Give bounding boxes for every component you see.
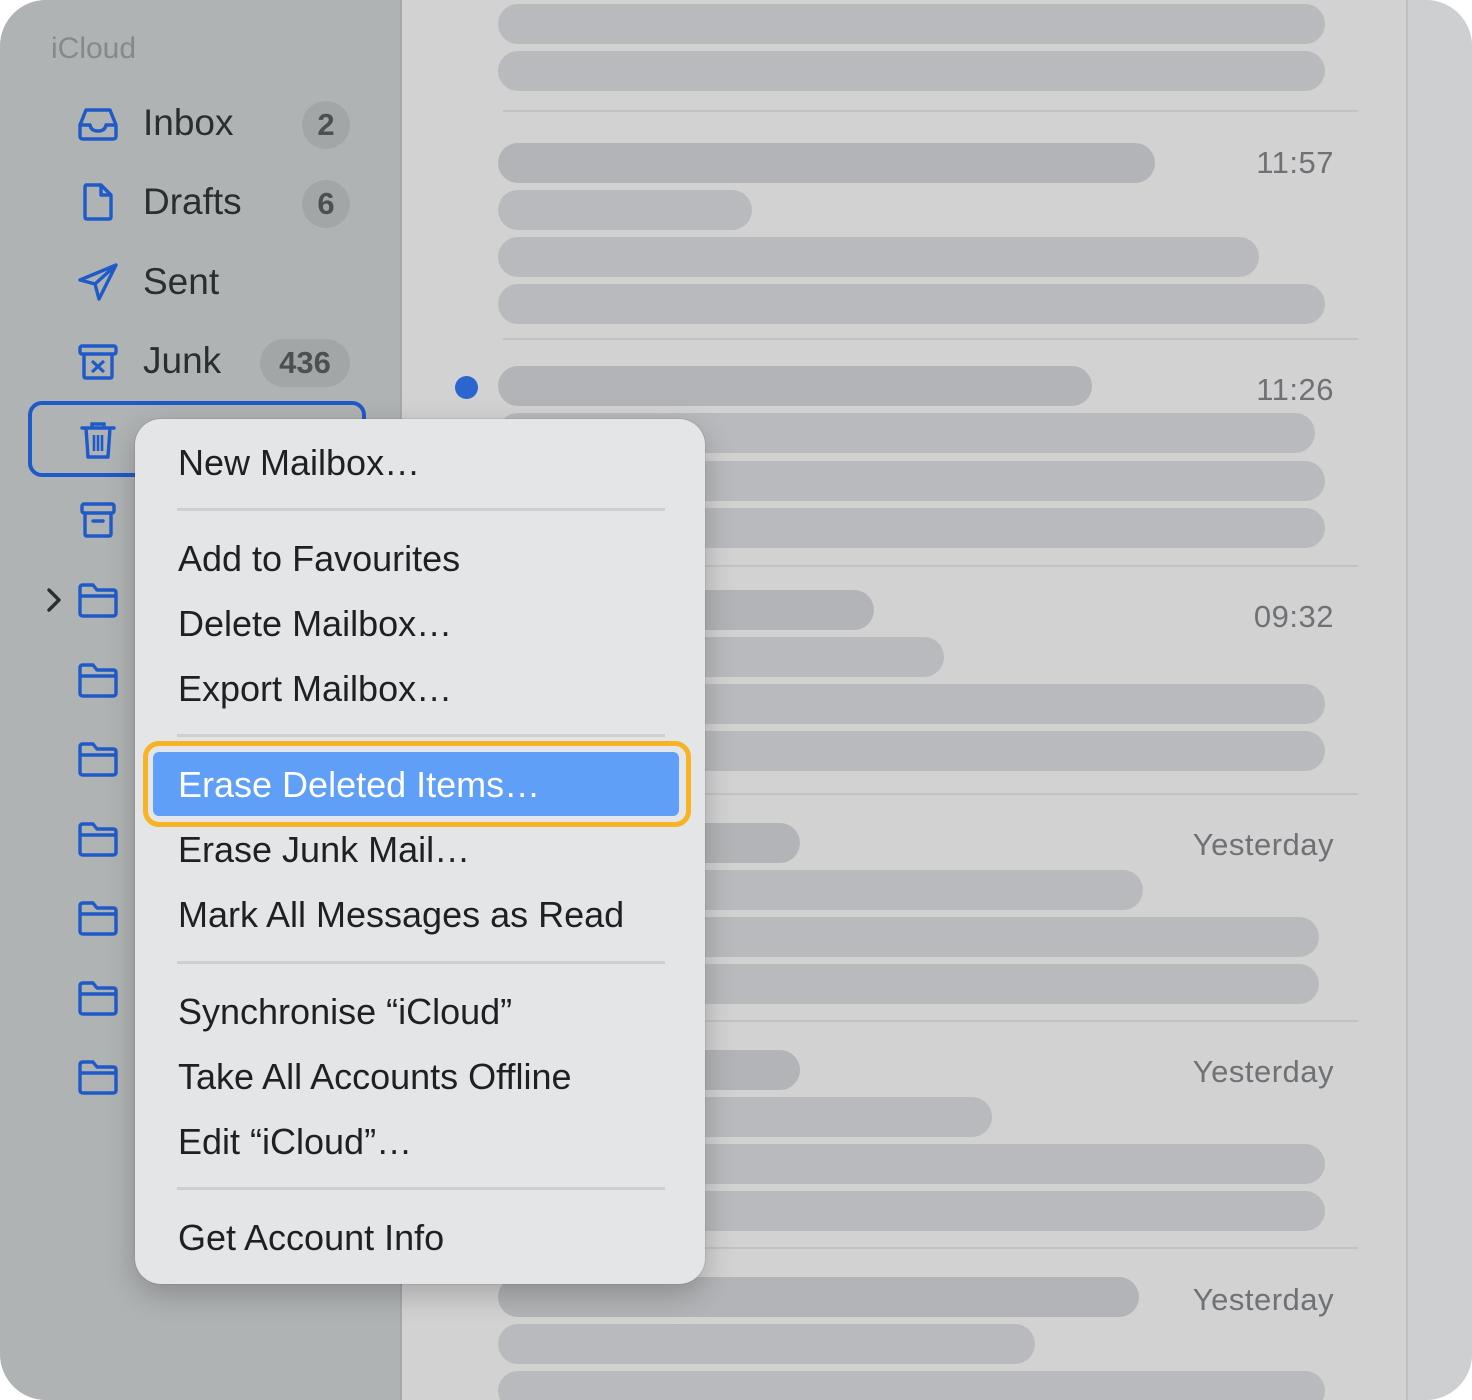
folder-icon <box>76 819 120 859</box>
menu-item-erase-deleted-items[interactable]: Erase Deleted Items… <box>178 763 540 807</box>
menu-item-synchronise[interactable]: Synchronise “iCloud” <box>178 990 512 1034</box>
sidebar-item-drafts[interactable]: Drafts 6 <box>0 167 400 237</box>
document-icon <box>76 182 120 222</box>
menu-separator <box>177 961 665 964</box>
menu-item-edit-account[interactable]: Edit “iCloud”… <box>178 1120 412 1164</box>
folder-icon <box>76 978 120 1018</box>
unread-dot-icon <box>455 376 478 399</box>
preview-placeholder <box>498 1371 1325 1400</box>
message-separator <box>503 110 1358 112</box>
count-badge: 6 <box>302 180 350 228</box>
mailbox-context-menu: New Mailbox… Add to Favourites Delete Ma… <box>135 419 705 1284</box>
menu-separator <box>177 734 665 737</box>
trash-icon <box>76 420 120 460</box>
sidebar-item-inbox[interactable]: Inbox 2 <box>0 88 400 158</box>
menu-item-delete-mailbox[interactable]: Delete Mailbox… <box>178 602 452 646</box>
menu-item-export-mailbox[interactable]: Export Mailbox… <box>178 667 452 711</box>
count-badge: 436 <box>260 339 350 387</box>
subject-placeholder <box>498 1324 1035 1364</box>
menu-item-mark-all-read[interactable]: Mark All Messages as Read <box>178 893 624 937</box>
message-time: Yesterday <box>1192 1282 1334 1317</box>
menu-item-erase-junk-mail[interactable]: Erase Junk Mail… <box>178 828 470 872</box>
message-time: Yesterday <box>1192 827 1334 862</box>
message-time: 09:32 <box>1253 599 1334 634</box>
message-time: Yesterday <box>1192 1054 1334 1089</box>
menu-separator <box>177 508 665 511</box>
menu-separator <box>177 1187 665 1190</box>
folder-icon <box>76 739 120 779</box>
inbox-tray-icon <box>76 103 120 143</box>
archive-box-icon <box>76 500 120 540</box>
preview-placeholder <box>498 284 1325 324</box>
menu-item-take-offline[interactable]: Take All Accounts Offline <box>178 1055 572 1099</box>
message-time: 11:26 <box>1256 372 1334 407</box>
reading-pane-edge <box>1406 0 1472 1400</box>
message-placeholder-line <box>498 4 1325 44</box>
message-placeholder-line <box>498 51 1325 91</box>
sender-placeholder <box>498 143 1155 183</box>
sidebar-item-label: Inbox <box>143 102 234 143</box>
menu-item-get-account-info[interactable]: Get Account Info <box>178 1216 444 1260</box>
folder-icon <box>76 1057 120 1097</box>
mail-window: iCloud Inbox 2 Drafts 6 Sent Junk 436 11… <box>0 0 1472 1400</box>
folder-icon <box>76 660 120 700</box>
message-separator <box>503 338 1358 340</box>
sidebar-item-label: Junk <box>143 340 222 381</box>
paper-plane-icon <box>76 262 120 302</box>
folder-icon <box>76 898 120 938</box>
folder-icon <box>76 580 120 620</box>
sidebar-item-label: Sent <box>143 261 220 302</box>
preview-placeholder <box>498 237 1259 277</box>
account-header: iCloud <box>51 32 137 65</box>
unread-count-badge: 2 <box>302 101 350 149</box>
sidebar-item-junk[interactable]: Junk 436 <box>0 326 400 396</box>
sender-placeholder <box>498 366 1092 406</box>
menu-item-add-to-favourites[interactable]: Add to Favourites <box>178 537 460 581</box>
message-time: 11:57 <box>1256 145 1334 180</box>
sidebar-item-sent[interactable]: Sent <box>0 247 400 317</box>
subject-placeholder <box>498 190 752 230</box>
junk-bin-icon <box>76 341 120 381</box>
menu-item-new-mailbox[interactable]: New Mailbox… <box>178 441 420 485</box>
sidebar-item-label: Drafts <box>143 181 242 222</box>
